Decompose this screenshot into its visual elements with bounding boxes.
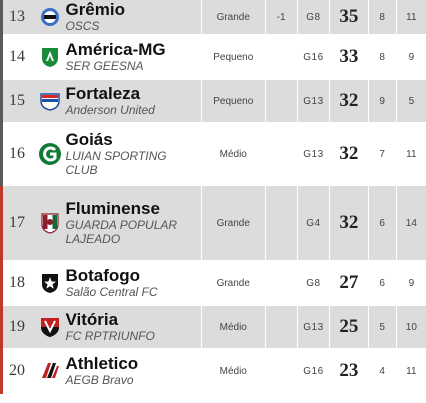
coach-name: GUARDA POPULAR LAJEADO <box>65 218 178 246</box>
wins: 9 <box>367 79 397 124</box>
position-change <box>264 123 298 186</box>
coach-name: Anderson United <box>65 103 155 117</box>
coach-name: SER GEESNA <box>65 59 144 73</box>
wins: 6 <box>367 261 397 306</box>
team-cell: Fluminense GUARDA POPULAR LAJEADO <box>63 185 202 262</box>
team-cell: Vitória FC RPTRIUNFO <box>63 305 202 350</box>
team-cell: Fortaleza Anderson United <box>63 79 202 124</box>
points: 32 <box>329 185 369 262</box>
group: G8 <box>296 0 330 36</box>
team-name[interactable]: Fortaleza <box>65 85 201 103</box>
group: G13 <box>296 305 330 350</box>
america-mg-crest-icon <box>36 35 64 80</box>
position-change <box>264 185 298 262</box>
group: G13 <box>296 79 330 124</box>
position: 13 <box>0 0 37 36</box>
club-size: Grande <box>200 261 266 306</box>
wins: 8 <box>367 0 397 36</box>
points: 32 <box>329 79 369 124</box>
team-name[interactable]: América-MG <box>65 41 201 59</box>
table-row[interactable]: 20 Athletico AEGB Bravo Médio G16 23 4 1… <box>0 349 426 394</box>
coach-name: Salão Central FC <box>65 285 158 299</box>
goias-crest-icon <box>36 123 64 186</box>
position: 15 <box>0 79 37 124</box>
group: G16 <box>296 349 330 394</box>
club-size: Grande <box>200 185 266 262</box>
points: 27 <box>329 261 369 306</box>
table-row[interactable]: 17 Fluminense GUARDA POPULAR LAJEADO Gra… <box>0 185 426 262</box>
athletico-crest-icon <box>36 349 64 394</box>
position: 14 <box>0 35 37 80</box>
position: 18 <box>0 261 37 306</box>
club-size: Pequeno <box>200 35 266 80</box>
losses: 9 <box>395 35 426 80</box>
table-row[interactable]: 13 Grêmio OSCS Grande -1 G8 35 8 11 <box>0 0 426 36</box>
vitoria-crest-icon <box>36 305 64 350</box>
losses: 10 <box>395 305 426 350</box>
points: 25 <box>329 305 369 350</box>
points: 32 <box>329 123 369 186</box>
coach-name: AEGB Bravo <box>65 373 134 387</box>
position-change <box>264 79 298 124</box>
position: 16 <box>0 123 37 186</box>
wins: 8 <box>367 35 397 80</box>
club-size: Grande <box>200 0 266 36</box>
team-cell: América-MG SER GEESNA <box>63 35 202 80</box>
position-change <box>264 349 298 394</box>
points: 35 <box>329 0 369 36</box>
losses: 11 <box>395 123 426 186</box>
group: G13 <box>296 123 330 186</box>
botafogo-crest-icon <box>36 261 64 306</box>
position: 20 <box>0 349 37 394</box>
standings-table: 13 Grêmio OSCS Grande -1 G8 35 8 11 14 A… <box>0 0 426 394</box>
group: G16 <box>296 35 330 80</box>
club-size: Pequeno <box>200 79 266 124</box>
wins: 7 <box>367 123 397 186</box>
losses: 5 <box>395 79 426 124</box>
position: 17 <box>0 185 37 262</box>
gremio-crest-icon <box>36 0 64 36</box>
losses: 11 <box>395 0 426 36</box>
position-change <box>264 305 298 350</box>
points: 33 <box>329 35 369 80</box>
club-size: Médio <box>200 123 266 186</box>
team-name[interactable]: Goiás <box>65 131 201 149</box>
points: 23 <box>329 349 369 394</box>
coach-name: OSCS <box>65 19 100 33</box>
fluminense-crest-icon <box>36 185 64 262</box>
group: G4 <box>296 185 330 262</box>
position-change: -1 <box>264 0 298 36</box>
club-size: Médio <box>200 349 266 394</box>
table-row[interactable]: 18 Botafogo Salão Central FC Grande G8 2… <box>0 261 426 306</box>
fortaleza-crest-icon <box>36 79 64 124</box>
team-name[interactable]: Botafogo <box>65 267 201 285</box>
wins: 6 <box>367 185 397 262</box>
team-name[interactable]: Fluminense <box>65 200 201 218</box>
table-row[interactable]: 15 Fortaleza Anderson United Pequeno G13… <box>0 79 426 124</box>
table-row[interactable]: 19 Vitória FC RPTRIUNFO Médio G13 25 5 1… <box>0 305 426 350</box>
table-row[interactable]: 16 Goiás LUIAN SPORTING CLUB Médio G13 3… <box>0 123 426 186</box>
club-size: Médio <box>200 305 266 350</box>
team-name[interactable]: Athletico <box>65 355 201 373</box>
team-cell: Grêmio OSCS <box>63 0 202 36</box>
group: G8 <box>296 261 330 306</box>
losses: 11 <box>395 349 426 394</box>
team-cell: Athletico AEGB Bravo <box>63 349 202 394</box>
team-name[interactable]: Vitória <box>65 311 201 329</box>
team-cell: Botafogo Salão Central FC <box>63 261 202 306</box>
team-cell: Goiás LUIAN SPORTING CLUB <box>63 123 202 186</box>
team-name[interactable]: Grêmio <box>65 1 201 19</box>
losses: 9 <box>395 261 426 306</box>
wins: 4 <box>367 349 397 394</box>
coach-name: LUIAN SPORTING CLUB <box>65 149 167 177</box>
position-change <box>264 261 298 306</box>
position: 19 <box>0 305 37 350</box>
position-change <box>264 35 298 80</box>
wins: 5 <box>367 305 397 350</box>
losses: 14 <box>395 185 426 262</box>
coach-name: FC RPTRIUNFO <box>65 329 155 343</box>
table-row[interactable]: 14 América-MG SER GEESNA Pequeno G16 33 … <box>0 35 426 80</box>
